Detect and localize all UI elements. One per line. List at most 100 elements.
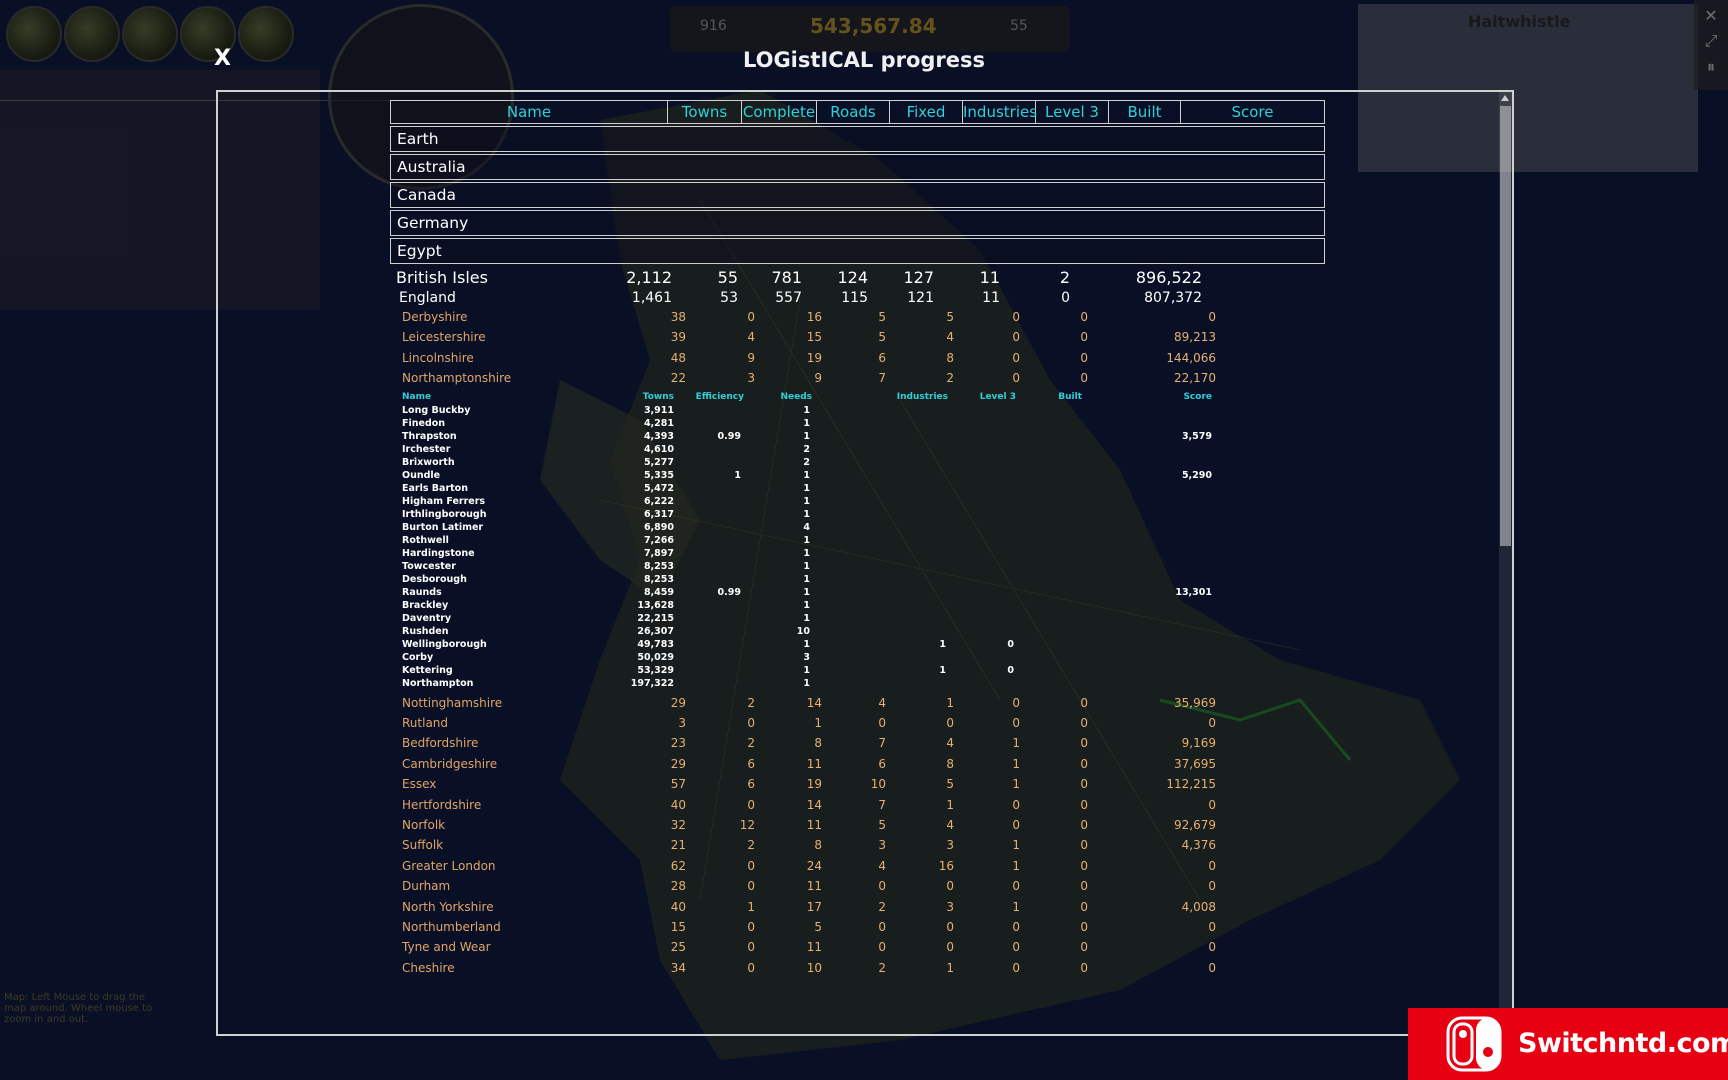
column-name[interactable]: Name xyxy=(391,101,668,123)
town-ind: 1 xyxy=(939,638,946,650)
town-row[interactable]: Towcester 8,253 1 xyxy=(390,561,1325,574)
row-cell: 14 xyxy=(806,797,822,812)
county-row[interactable]: Durham 28 0 11 0 0 0 0 0 xyxy=(390,879,1325,899)
county-row[interactable]: Rutland 3 0 1 0 0 0 0 0 xyxy=(390,716,1325,736)
row-cell: 0 xyxy=(1208,310,1216,324)
column-roads[interactable]: Roads xyxy=(817,101,890,123)
county-row[interactable]: Nottinghamshire 29 2 14 4 1 0 0 35,969 xyxy=(390,696,1325,716)
town-needs: 1 xyxy=(803,404,810,416)
town-row[interactable]: Desborough 8,253 1 xyxy=(390,574,1325,587)
row-cell: 0 xyxy=(747,940,755,955)
row-cell: 62 xyxy=(670,858,686,873)
country-row[interactable]: England 1,461 53 557 115 121 11 0 807,372 xyxy=(390,290,1325,310)
town-row[interactable]: Burton Latimer 6,890 4 xyxy=(390,522,1325,535)
county-row[interactable]: Cheshire 34 0 10 2 1 0 0 0 xyxy=(390,961,1325,981)
row-cell: 5 xyxy=(946,310,954,324)
town-pop: 5,472 xyxy=(643,482,674,494)
row-cell: 112,215 xyxy=(1166,777,1216,792)
county-row[interactable]: Tyne and Wear 25 0 11 0 0 0 0 0 xyxy=(390,940,1325,960)
column-complete[interactable]: Complete xyxy=(742,101,817,123)
town-row[interactable]: Northampton 197,322 1 xyxy=(390,678,1325,691)
county-row[interactable]: Essex 57 6 19 10 5 1 0 112,215 xyxy=(390,777,1325,797)
column-score[interactable]: Score xyxy=(1181,101,1324,123)
region-row-australia[interactable]: Australia xyxy=(390,154,1325,180)
county-row[interactable]: Norfolk 32 12 11 5 4 0 0 92,679 xyxy=(390,818,1325,838)
town-pop: 4,281 xyxy=(643,417,674,429)
town-lvl: 0 xyxy=(1007,638,1014,650)
column-fixed[interactable]: Fixed xyxy=(890,101,963,123)
row-cell: 4 xyxy=(946,736,954,751)
town-row[interactable]: Oundle 5,335 1 1 5,290 xyxy=(390,470,1325,483)
county-row[interactable]: Derbyshire 38 0 16 5 5 0 0 0 xyxy=(390,310,1325,330)
town-row[interactable]: Higham Ferrers 6,222 1 xyxy=(390,496,1325,509)
region-row-earth[interactable]: Earth xyxy=(390,126,1325,152)
scrollbar-thumb[interactable] xyxy=(1500,106,1511,546)
row-cell: 1 xyxy=(1012,736,1020,751)
row-cell: 15 xyxy=(670,920,686,934)
county-row[interactable]: North Yorkshire 40 1 17 2 3 1 0 4,008 xyxy=(390,900,1325,920)
town-row[interactable]: Irchester 4,610 2 xyxy=(390,444,1325,457)
town-row[interactable]: Earls Barton 5,472 1 xyxy=(390,483,1325,496)
county-row[interactable]: Leicestershire 39 4 15 5 4 0 0 89,213 xyxy=(390,330,1325,350)
town-pop: 5,277 xyxy=(643,456,674,468)
county-row[interactable]: Northamptonshire 22 3 9 7 2 0 0 22,170 xyxy=(390,371,1325,391)
town-row[interactable]: Daventry 22,215 1 xyxy=(390,613,1325,626)
town-column-header: Efficiency xyxy=(695,391,744,402)
row-cell: 2 xyxy=(747,695,755,710)
town-pop: 8,459 xyxy=(643,586,674,598)
column-level3[interactable]: Level 3 xyxy=(1036,101,1109,123)
row-cell: 0 xyxy=(1080,330,1088,345)
row-cell: 29 xyxy=(670,756,686,771)
county-row[interactable]: Cambridgeshire 29 6 11 6 8 1 0 37,695 xyxy=(390,757,1325,777)
town-row[interactable]: Kettering 53,329 1 1 0 xyxy=(390,665,1325,678)
row-cell: 1 xyxy=(1012,838,1020,853)
row-cell: 0 xyxy=(1208,716,1216,730)
county-row[interactable]: Lincolnshire 48 9 19 6 8 0 0 144,066 xyxy=(390,351,1325,371)
county-row[interactable]: Hertfordshire 40 0 14 7 1 0 0 0 xyxy=(390,798,1325,818)
row-cell: 0 xyxy=(1012,371,1020,386)
row-cell: 0 xyxy=(747,920,755,934)
town-name: Thrapston xyxy=(402,430,457,442)
town-row[interactable]: Wellingborough 49,783 1 1 0 xyxy=(390,639,1325,652)
town-row[interactable]: Raunds 8,459 0.99 1 13,301 xyxy=(390,587,1325,600)
scroll-up-arrow[interactable] xyxy=(1501,95,1509,101)
town-row[interactable]: Rushden 26,307 10 xyxy=(390,626,1325,639)
row-cell: 29 xyxy=(670,695,686,710)
row-cell: 0 xyxy=(1208,879,1216,894)
watermark-logo: Switchntd.com xyxy=(1408,1008,1728,1080)
county-row[interactable]: Bedfordshire 23 2 8 7 4 1 0 9,169 xyxy=(390,736,1325,756)
region-row-canada[interactable]: Canada xyxy=(390,182,1325,208)
town-row[interactable]: Finedon 4,281 1 xyxy=(390,418,1325,431)
town-row[interactable]: Corby 50,029 3 xyxy=(390,652,1325,665)
row-cell: 35,969 xyxy=(1174,695,1216,710)
row-cell: 1 xyxy=(946,695,954,710)
row-cell: 11 xyxy=(806,940,822,955)
row-cell: 781 xyxy=(771,268,802,287)
row-cell: 121 xyxy=(907,290,934,306)
row-cell: 7 xyxy=(878,371,886,386)
town-row[interactable]: Brixworth 5,277 2 xyxy=(390,457,1325,470)
isles-row[interactable]: British Isles 2,112 55 781 124 127 11 2 896,522 xyxy=(390,268,1325,290)
row-cell: 4,376 xyxy=(1181,838,1216,853)
town-pop: 22,215 xyxy=(637,612,674,624)
town-pop: 13,628 xyxy=(637,599,674,611)
region-row-germany[interactable]: Germany xyxy=(390,210,1325,236)
region-row-egypt[interactable]: Egypt xyxy=(390,238,1325,264)
county-row[interactable]: Suffolk 21 2 8 3 3 1 0 4,376 xyxy=(390,838,1325,858)
town-row[interactable]: Hardingstone 7,897 1 xyxy=(390,548,1325,561)
row-cell: 48 xyxy=(670,350,686,365)
column-industries[interactable]: Industries xyxy=(963,101,1037,123)
county-row[interactable]: Greater London 62 0 24 4 16 1 0 0 xyxy=(390,859,1325,879)
town-eff: 0.99 xyxy=(717,430,741,442)
town-row[interactable]: Long Buckby 3,911 1 xyxy=(390,405,1325,418)
town-row[interactable]: Thrapston 4,393 0.99 1 3,579 xyxy=(390,431,1325,444)
town-name: Irchester xyxy=(402,443,451,455)
county-row[interactable]: Northumberland 15 0 5 0 0 0 0 0 xyxy=(390,920,1325,940)
row-cell: 1 xyxy=(1012,899,1020,914)
column-built[interactable]: Built xyxy=(1109,101,1181,123)
town-row[interactable]: Brackley 13,628 1 xyxy=(390,600,1325,613)
town-row[interactable]: Irthlingborough 6,317 1 xyxy=(390,509,1325,522)
column-towns[interactable]: Towns xyxy=(668,101,742,123)
town-name: Hardingstone xyxy=(402,547,475,559)
town-row[interactable]: Rothwell 7,266 1 xyxy=(390,535,1325,548)
